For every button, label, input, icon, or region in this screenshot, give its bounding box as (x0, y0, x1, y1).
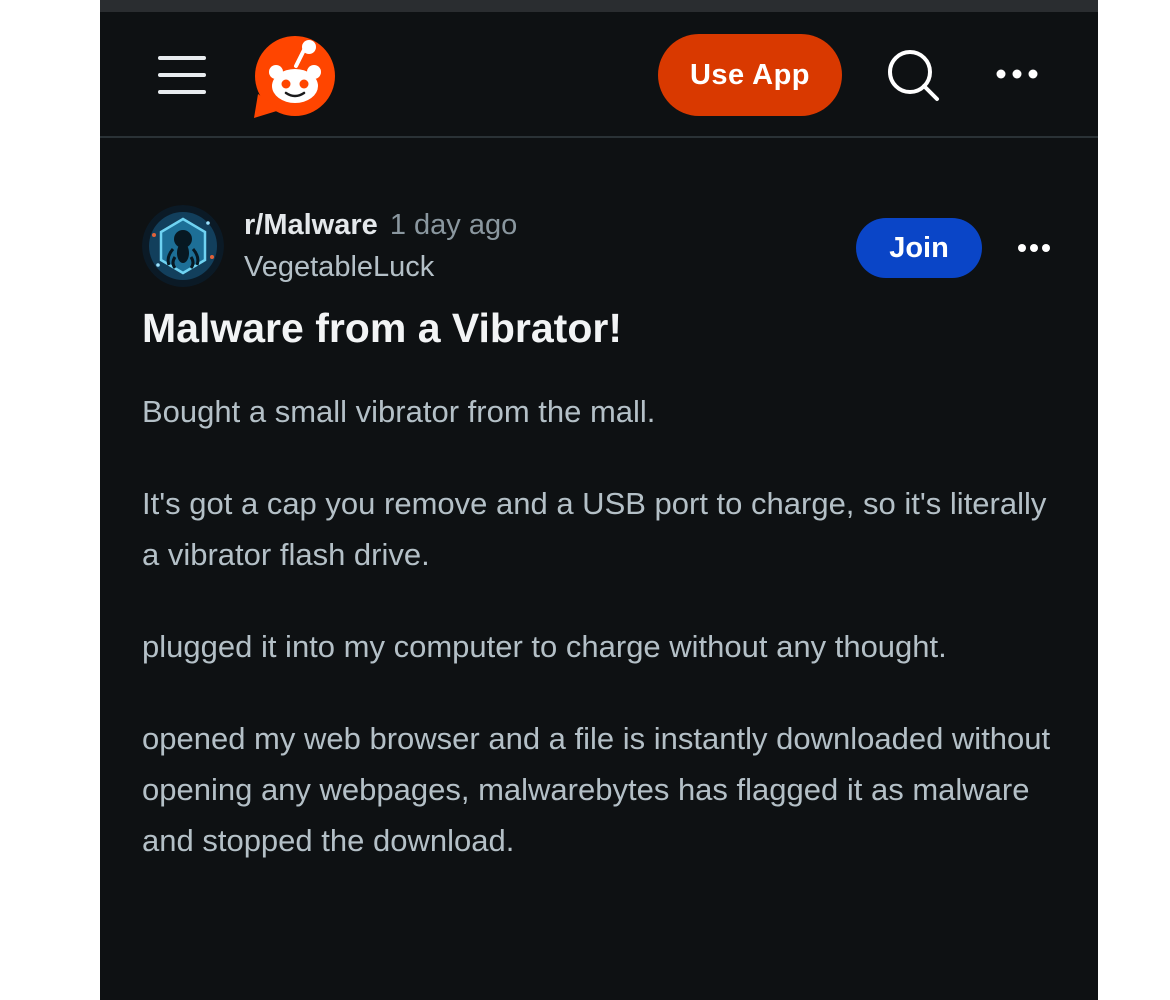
subreddit-name[interactable]: r/Malware (244, 209, 378, 241)
hamburger-menu-icon[interactable] (158, 56, 206, 94)
reddit-logo-icon[interactable] (250, 32, 340, 122)
post-body: Bought a small vibrator from the mall. I… (142, 386, 1062, 907)
use-app-button[interactable]: Use App (658, 34, 842, 116)
post-paragraph: Bought a small vibrator from the mall. (142, 394, 656, 429)
join-button[interactable]: Join (856, 218, 982, 278)
post-author[interactable]: VegetableLuck (244, 251, 434, 284)
post-age: 1 day ago (389, 209, 518, 241)
top-strip (100, 0, 1098, 12)
post-paragraph: plugged it into my computer to charge wi… (142, 629, 947, 664)
top-navigation-bar: Use App (100, 12, 1098, 138)
more-dots-icon[interactable] (992, 62, 1042, 86)
app-screen: Use App r/Malware 1 day ago VegetableLuc… (100, 0, 1098, 1000)
post-more-dots-icon[interactable] (1016, 238, 1052, 258)
post-meta: r/Malware 1 day ago (244, 209, 517, 242)
post-paragraph: opened my web browser and a file is inst… (142, 721, 1051, 858)
post-paragraph: It's got a cap you remove and a USB port… (142, 486, 1047, 572)
subreddit-avatar-icon[interactable] (142, 205, 224, 287)
post-title[interactable]: Malware from a Vibrator! (142, 305, 622, 352)
search-icon[interactable] (886, 48, 942, 104)
